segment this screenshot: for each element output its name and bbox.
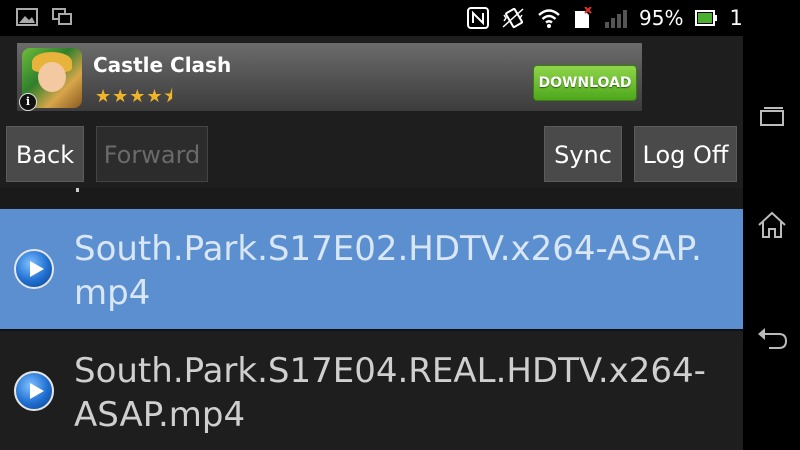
gallery-icon <box>16 8 38 30</box>
ad-download-button[interactable]: DOWNLOAD <box>533 65 637 101</box>
list-top-edge <box>0 188 743 208</box>
no-sim-icon <box>573 7 593 29</box>
navigation-bar <box>743 0 800 450</box>
ad-title: Castle Clash <box>93 53 232 77</box>
sync-button[interactable]: Sync <box>544 126 622 182</box>
log-off-button[interactable]: Log Off <box>634 126 737 182</box>
battery-icon <box>695 10 718 26</box>
nfc-icon <box>467 7 490 29</box>
ad-banner[interactable]: i Castle Clash ★★★★⯨ DOWNLOAD <box>17 43 642 111</box>
wifi-icon <box>537 8 561 28</box>
recent-apps-icon[interactable] <box>755 100 789 134</box>
ad-info-icon[interactable]: i <box>19 93 37 111</box>
toolbar: Back Forward Sync Log Off <box>0 126 743 190</box>
battery-percent: 95% <box>639 6 684 30</box>
screenshot-icon <box>52 8 72 30</box>
file-row[interactable]: South.Park.S17E04.REAL.HDTV.x264-ASAP.mp… <box>0 331 743 450</box>
play-icon <box>14 249 54 289</box>
forward-button[interactable]: Forward <box>96 126 208 182</box>
status-bar: 95% 16:45 <box>0 0 800 36</box>
back-nav-icon[interactable] <box>755 322 789 356</box>
home-icon[interactable] <box>755 208 789 242</box>
play-icon <box>14 371 54 411</box>
vibrate-icon <box>501 7 525 29</box>
file-name: South.Park.S17E02.HDTV.x264-ASAP.mp4 <box>74 229 702 313</box>
file-row[interactable]: South.Park.S17E02.HDTV.x264-ASAP.mp4 <box>0 209 743 329</box>
signal-icon <box>605 8 628 28</box>
app-content: i Castle Clash ★★★★⯨ DOWNLOAD Back Forwa… <box>0 36 743 450</box>
ad-rating-stars: ★★★★⯨ <box>95 86 175 107</box>
file-name: South.Park.S17E04.REAL.HDTV.x264-ASAP.mp… <box>74 351 706 435</box>
back-button[interactable]: Back <box>6 126 84 182</box>
